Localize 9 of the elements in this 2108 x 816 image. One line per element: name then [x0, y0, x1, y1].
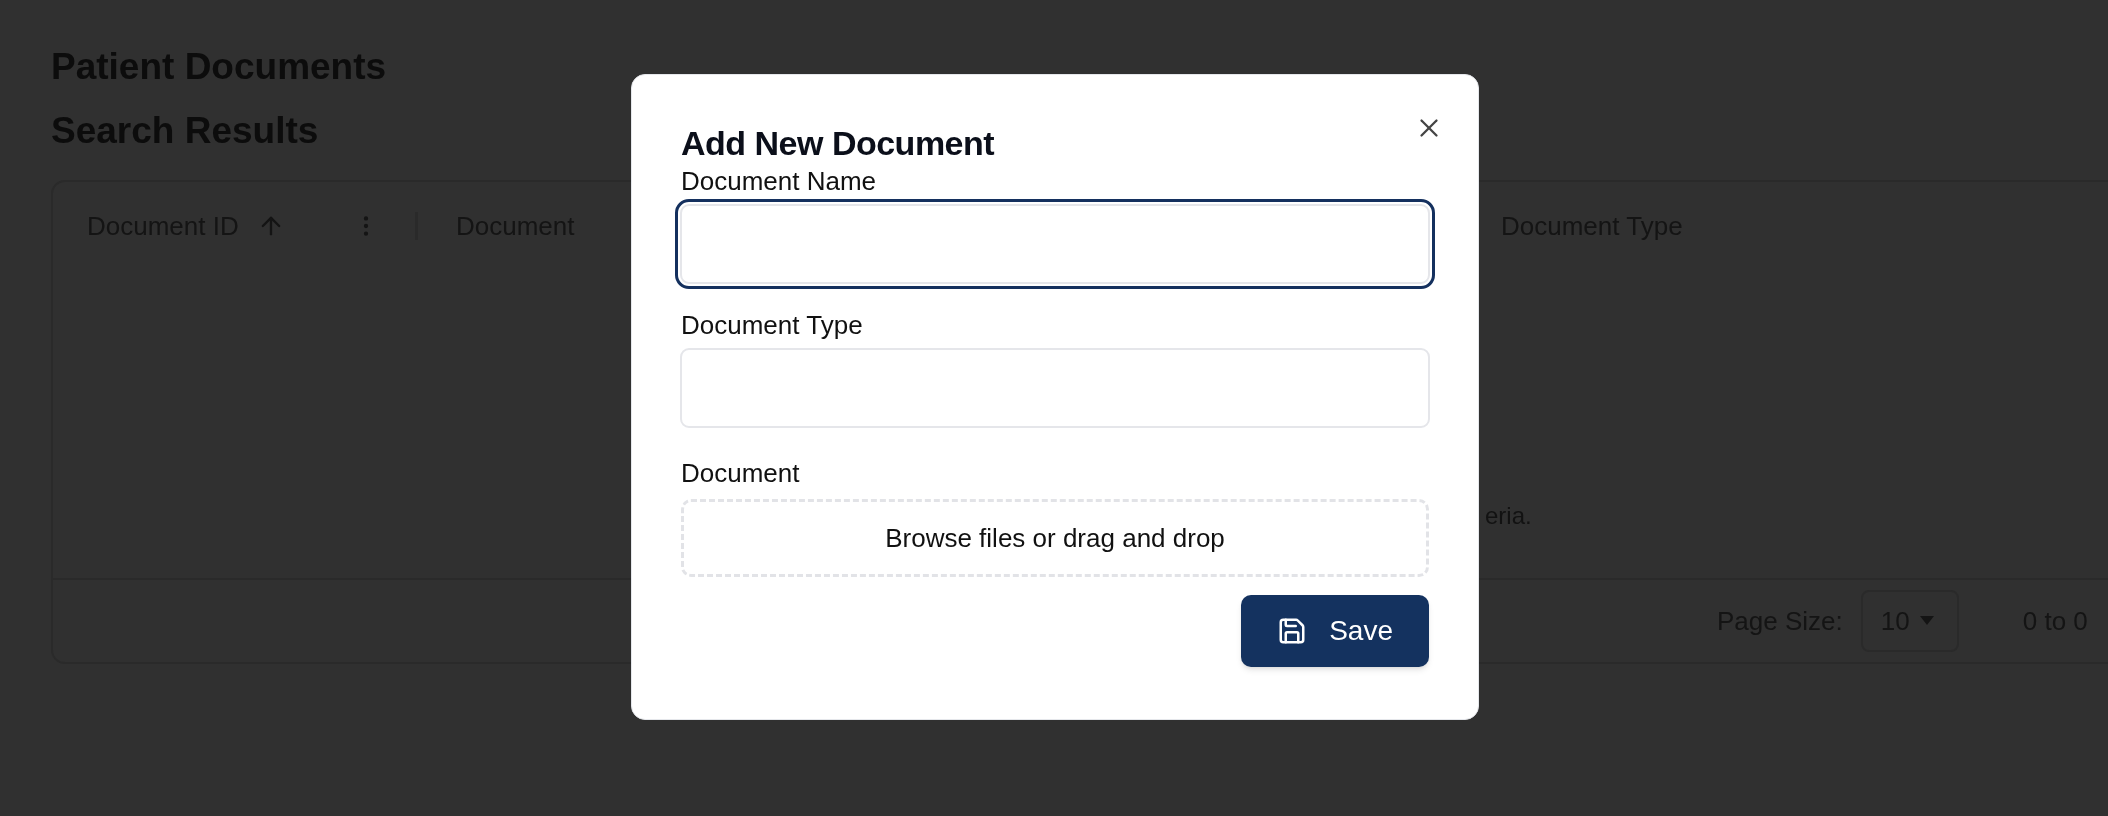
drop-zone-prompt: Browse files or drag and drop [885, 521, 1225, 555]
file-drop-zone[interactable]: Browse files or drag and drop [681, 499, 1429, 577]
dropdown-caret-icon [1919, 616, 1934, 626]
field-label: Document Type [681, 309, 864, 341]
field-label: Document [681, 457, 801, 489]
save-button[interactable]: Save [1241, 595, 1429, 667]
input-field[interactable] [675, 199, 1435, 289]
field-label: Document Name [681, 165, 878, 197]
dialog-title: Add New Document [681, 123, 996, 164]
